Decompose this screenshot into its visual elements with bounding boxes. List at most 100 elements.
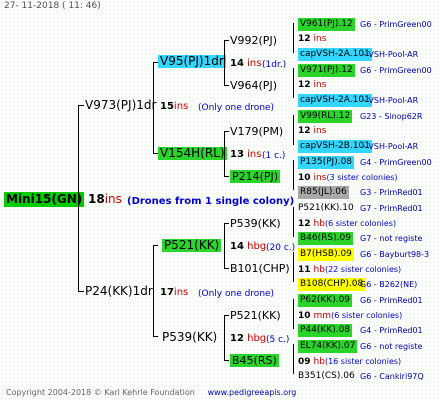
g4-node-name: P521(KK).10 [298,203,354,213]
root-note: (Drones from 1 single colony) [127,196,295,207]
connector-line [78,105,79,292]
connector-line [293,115,294,145]
root-node-count: 18ins [88,193,122,206]
root-count-value: 18 [88,192,105,206]
g4-node-name: capVSH-2B.101 [298,140,373,153]
g4-node-name: V971(PJ).12 [298,64,355,77]
connector-line [293,252,294,282]
g1-node-1-note: (Only one drone) [198,289,275,299]
g4-node-name: capVSH-2A.101 [298,48,372,61]
connector-line [224,315,225,361]
date-stamp: 27- 11-2018 ( 11: 46) [4,1,101,11]
g1-node-0-note: (Only one drone) [198,103,275,113]
g3-node-3-name: P214(PJ) [230,170,281,183]
g3-node-0-name: V992(PJ) [230,34,277,47]
connector-line [153,62,154,154]
g3-node-1-name: V964(PJ) [230,79,277,92]
connector-line [224,268,229,269]
g4-node-name: P62(KK).09 [298,294,353,307]
g4-count: 12 ins [298,79,326,92]
connector-line [293,299,294,329]
g4-count-value: 12 [298,219,311,229]
g4-source-label: - VSH-Pool-AR [363,96,419,105]
connector-line [78,105,84,106]
g2-node-0-name: V95(PJ)1dr [158,54,226,68]
g2-node-2-name: P521(KK) [162,238,222,252]
g4-count-value: 09 [298,357,311,367]
g4-source-label: G6 - Bayburt98-3 [360,250,430,259]
connector-line [153,245,158,246]
connector-line [224,40,229,41]
g4-count-unit: mm [313,311,332,321]
g4-count: 10 mm(6 sister colonies) [298,309,402,323]
g4-node-name: B7(HSB).09 [298,248,354,261]
g4-count-note: (6 sister colonies) [331,311,403,320]
g4-node-name: B351(CS).06 [298,371,355,381]
connector-line [153,245,154,337]
g4-node-name: V961(PJ).12 [298,18,355,31]
g4-node-name: P135(PJ).08 [298,156,355,169]
g1-node-0-count: 15ins [160,101,189,112]
g4-count-value: 10 [298,173,311,183]
g2-node-1-name: V154H(RL) [158,146,227,160]
g4-count: 11 hb(22 sister colonies) [298,263,401,277]
g2-node-2-count: 14 hbg [230,241,267,252]
connector-line [224,223,229,224]
g2-node-3-name: P539(KK) [162,330,218,344]
footer: Copyright 2004-2018 © Karl Kehrle Founda… [6,386,296,399]
connector-line [293,344,294,374]
g2-node-0-note: (1dr.) [262,60,287,70]
g4-node-name: B108(CHP).08 [298,278,366,291]
g4-count-value: 12 [298,34,311,44]
g4-count-unit: ins [313,126,327,136]
g4-node-name: EL74(KK).07 [298,340,358,353]
g4-source-label: G6 - PrimRed01 [360,296,423,305]
g4-count-unit: ins [313,80,327,90]
g4-source-label: G6 - not registe [360,342,423,351]
g1-node-1-name: P24(KK)1dr [85,284,153,298]
g4-source-label: G6 - B262(NE) [360,280,418,289]
connector-line [153,336,158,337]
g2-node-1-count: 13 ins [230,149,262,160]
g4-count-note: (16 sister colonies) [324,357,402,366]
connector-line [293,160,294,190]
g4-count: 10 ins(3 sister colonies) [298,171,398,185]
g2-node-3-note: (5 c.) [266,335,290,345]
g4-count-note: (3 sister colonies) [326,173,398,182]
g4-source-label: G4 - PrimRed01 [360,326,423,335]
g4-source-label: G3 - PrimRed01 [360,188,423,197]
connector-line [224,223,225,269]
g4-source-label: G7 - PrimRed01 [360,204,423,213]
g4-source-label: G23 - Sinop62R [360,112,423,121]
connector-line [78,291,84,292]
g2-node-0-count: 14 ins [230,58,262,69]
g4-count: 12 ins [298,125,326,138]
g4-node-name: V99(RL).12 [298,110,353,123]
g4-count-unit: hb [313,265,325,275]
connector-line [224,131,225,177]
g4-source-label: G4 - PrimGreen00 [360,158,432,167]
connector-line [224,40,225,86]
g4-source-label: G6 - PrimGreen00 [360,20,432,29]
footer-copyright: Copyright 2004-2018 © Karl Kehrle Founda… [6,388,195,397]
connector-line [224,131,229,132]
g4-source-label: G6 - PrimGreen00 [360,66,432,75]
connector-line [224,176,229,177]
g4-node-name: capVSH-2A.101 [298,94,372,107]
g4-source-label: - VSH-Pool-AR [363,142,419,151]
g4-count-unit: ins [313,173,327,183]
g4-source-label: G6 - Cankiri97Q [360,372,424,381]
g4-source-label: G7 - not registe [360,234,423,243]
g4-count-note: (22 sister colonies) [324,265,402,274]
g3-node-4-name: P539(KK) [230,217,281,230]
footer-site-link[interactable]: www.pedigreeapis.org [208,388,297,397]
root-node-name: Mini15(GN) [4,192,85,207]
g3-node-6-name: P521(KK) [230,309,281,322]
g4-count-unit: hb [313,219,325,229]
g4-node-name: R85(JL).06 [298,186,349,199]
connector-line [293,68,294,98]
g3-node-7-name: B45(RS) [230,354,279,367]
g4-count-note: (6 sister colonies) [324,219,397,228]
g4-count-unit: hb [313,357,325,367]
connector-line [224,315,229,316]
